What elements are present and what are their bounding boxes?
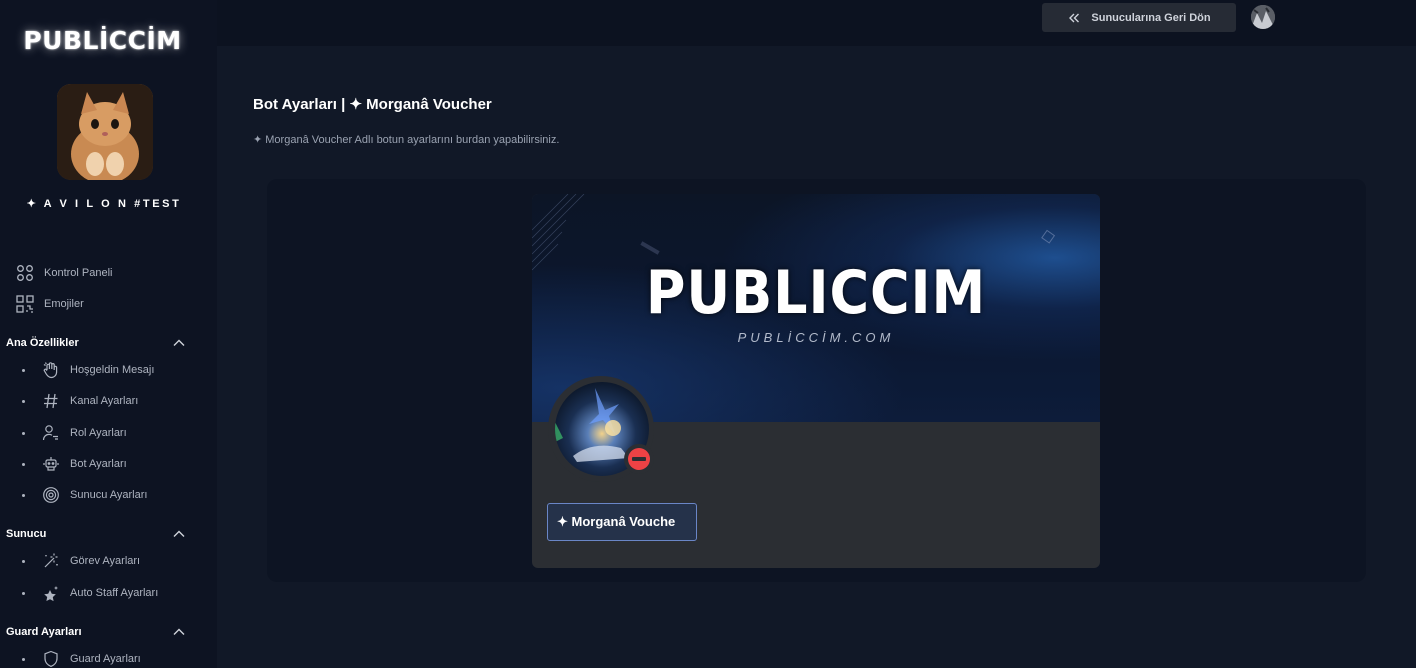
grid-icon	[16, 264, 34, 282]
nav-label: Kontrol Paneli	[44, 267, 113, 279]
bullet	[22, 399, 25, 403]
section-title: Ana Özellikler	[6, 337, 79, 349]
qr-icon	[16, 295, 34, 313]
server-name: ✦ A V I L O N #TEST	[26, 198, 182, 210]
nav-label: Emojiler	[44, 298, 84, 310]
back-button-label: Sunucularına Geri Dön	[1091, 11, 1211, 24]
nav-kontrol-paneli[interactable]: Kontrol Paneli	[16, 263, 113, 283]
bullet	[22, 559, 25, 563]
bullet	[22, 591, 25, 595]
hashtag-icon	[42, 392, 60, 410]
server-avatar	[57, 84, 153, 180]
chevron-up-icon	[173, 339, 185, 346]
bullet	[22, 657, 25, 661]
page-title: Bot Ayarları | ✦ Morganâ Voucher	[253, 96, 492, 113]
banner-title: PUBLICCIM	[645, 258, 987, 328]
section-sunucu[interactable]: Sunucu	[6, 524, 186, 544]
sidebar-item-label: Guard Ayarları	[70, 653, 141, 665]
section-title: Guard Ayarları	[6, 626, 82, 638]
shield-icon	[42, 650, 60, 668]
bullet	[22, 462, 25, 466]
chevron-up-icon	[173, 628, 185, 635]
topbar	[217, 0, 1416, 46]
wave-hand-icon	[42, 361, 60, 379]
nav-emojiler[interactable]: Emojiler	[16, 294, 84, 314]
back-to-servers-button[interactable]: Sunucularına Geri Dön	[1042, 3, 1236, 32]
robot-icon	[42, 455, 60, 473]
sidebar-item-auto-staff-ayarlari[interactable]: Auto Staff Ayarları	[22, 583, 158, 603]
sidebar-item-label: Hoşgeldin Mesajı	[70, 364, 155, 376]
sidebar-item-label: Görev Ayarları	[70, 555, 141, 567]
sidebar-item-label: Bot Ayarları	[70, 458, 127, 470]
sidebar-item-bot-ayarlari[interactable]: Bot Ayarları	[22, 454, 127, 474]
sidebar-item-label: Kanal Ayarları	[70, 395, 139, 407]
user-role-icon	[42, 424, 60, 442]
banner-url: PUBLİCCİM.COM	[737, 330, 895, 345]
sidebar-item-kanal-ayarlari[interactable]: Kanal Ayarları	[22, 391, 138, 411]
bullet	[22, 493, 25, 497]
sidebar-item-gorev-ayarlari[interactable]: Görev Ayarları	[22, 551, 140, 571]
sidebar-item-label: Rol Ayarları	[70, 427, 127, 439]
sidebar-item-guard-ayarlari[interactable]: Guard Ayarları	[22, 649, 141, 668]
section-title: Sunucu	[6, 528, 47, 540]
bullet	[22, 368, 25, 372]
sidebar-item-sunucu-ayarlari[interactable]: Sunucu Ayarları	[22, 485, 147, 505]
sidebar-item-label: Sunucu Ayarları	[70, 489, 148, 501]
sidebar: PUBLİCCİM ✦ A V I L O N #TEST Kontrol Pa…	[0, 0, 217, 668]
target-icon	[42, 486, 60, 504]
section-guard-ayarlari[interactable]: Guard Ayarları	[6, 622, 186, 642]
page-subtitle: ✦ Morganâ Voucher Adlı botun ayarlarını …	[253, 134, 560, 146]
bullet	[22, 431, 25, 435]
sidebar-item-rol-ayarlari[interactable]: Rol Ayarları	[22, 423, 127, 443]
bot-name-button[interactable]: ✦ Morganâ Vouche	[547, 503, 697, 541]
stars-icon	[42, 584, 60, 602]
chevron-up-icon	[173, 530, 185, 537]
section-ana-ozellikler[interactable]: Ana Özellikler	[6, 333, 186, 353]
app: PUBLİCCİM ✦ A V I L O N #TEST Kontrol Pa…	[0, 0, 1416, 668]
magic-wand-icon	[42, 552, 60, 570]
sidebar-item-label: Auto Staff Ayarları	[70, 587, 159, 599]
user-avatar[interactable]	[1251, 5, 1275, 29]
brand-logo[interactable]: PUBLİCCİM	[0, 26, 205, 55]
sidebar-item-hosgeldin-mesaji[interactable]: Hoşgeldin Mesajı	[22, 360, 154, 380]
status-dnd-icon	[624, 444, 654, 474]
rewind-icon	[1069, 13, 1080, 22]
